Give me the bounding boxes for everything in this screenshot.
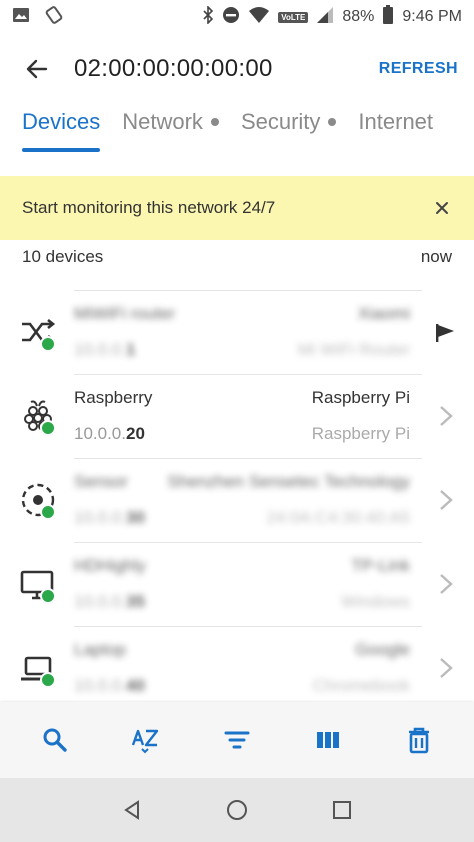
signal-icon: [316, 6, 334, 29]
row-divider: [74, 626, 422, 627]
flag-icon: [436, 324, 454, 342]
online-status-dot: [40, 588, 56, 604]
tab-bar: Devices Network Security Internet: [0, 104, 474, 158]
device-type: 24:0A:C4:30:40:A5: [266, 508, 410, 527]
tab-badge-dot: [210, 118, 219, 126]
device-vendor: Xiaomi: [358, 304, 410, 323]
tab-label: Network: [122, 109, 203, 134]
tab-network[interactable]: Network: [122, 104, 219, 140]
row-divider: [74, 542, 422, 543]
device-ip: 10.0.0.20: [74, 424, 145, 443]
row-divider: [74, 290, 422, 291]
rotate-icon: [44, 5, 64, 30]
row-divider: [74, 374, 422, 375]
chevron-right-icon: [440, 574, 453, 594]
tab-badge-dot: [328, 118, 337, 126]
device-vendor: Raspberry Pi: [311, 388, 410, 407]
sort-button[interactable]: [124, 718, 168, 762]
device-row-router[interactable]: MiWiFi router 10.0.0.1 Xiaomi Mi WiFi Ro…: [0, 290, 474, 374]
filter-icon: [224, 731, 250, 749]
battery-percent: 88%: [342, 8, 375, 25]
chevron-right-icon: [440, 490, 453, 510]
banner-close-button[interactable]: [430, 196, 454, 220]
device-name: MiWiFi router: [74, 304, 176, 323]
filter-button[interactable]: [215, 718, 259, 762]
nav-back-button[interactable]: [112, 790, 152, 830]
app-header: 02:00:00:00:00:00 REFRESH: [0, 34, 474, 104]
system-nav-bar: [0, 778, 474, 842]
nav-recents-button[interactable]: [322, 790, 362, 830]
device-ip: 10.0.0.1: [74, 340, 136, 359]
wifi-icon: [248, 6, 270, 29]
device-count: 10 devices: [22, 247, 104, 266]
online-status-dot: [40, 420, 56, 436]
square-recents-icon: [332, 801, 351, 819]
chevron-right-icon: [440, 406, 453, 426]
bottom-toolbar: [0, 702, 474, 778]
device-row-raspberry[interactable]: Raspberry 10.0.0.20 Raspberry Pi Raspber…: [0, 374, 474, 458]
device-ip: 10.0.0.30: [74, 508, 145, 527]
search-icon: [43, 728, 68, 752]
arrow-left-icon: [26, 59, 48, 79]
device-type: Raspberry Pi: [311, 424, 410, 443]
device-ip: 10.0.0.40: [74, 676, 145, 695]
device-row-laptop[interactable]: Laptop 10.0.0.40 Google Chromebook: [0, 626, 474, 710]
page-title: 02:00:00:00:00:00: [74, 55, 273, 82]
status-bar: VoLTE 88% 9:46 PM: [0, 0, 474, 34]
devices-summary: 10 devices now: [22, 244, 452, 270]
close-icon: [436, 202, 448, 214]
trash-icon: [408, 727, 429, 754]
last-scan-time: now: [420, 247, 452, 266]
triangle-back-icon: [124, 800, 140, 820]
columns-icon: [316, 732, 339, 748]
device-vendor: Google: [355, 640, 410, 659]
tab-security[interactable]: Security: [240, 104, 337, 140]
chevron-right-icon: [440, 658, 453, 678]
bluetooth-icon: [202, 4, 214, 29]
sort-az-icon: [132, 729, 159, 754]
row-divider: [74, 458, 422, 459]
columns-button[interactable]: [306, 718, 350, 762]
online-status-dot: [40, 672, 56, 688]
battery-icon: [382, 4, 394, 30]
back-button[interactable]: [0, 34, 74, 104]
device-name: Sensor: [74, 472, 128, 491]
tab-label: Security: [240, 109, 321, 134]
device-vendor: TP-Link: [351, 556, 410, 575]
device-row-sensor[interactable]: Sensor 10.0.0.30 Shenzhen Sensetec Techn…: [0, 458, 474, 542]
tab-label: Internet: [358, 109, 434, 134]
active-tab-indicator: [22, 148, 101, 152]
tab-devices[interactable]: Devices: [22, 104, 101, 152]
device-list: MiWiFi router 10.0.0.1 Xiaomi Mi WiFi Ro…: [0, 290, 474, 710]
device-name: Raspberry: [74, 388, 153, 407]
online-status-dot: [40, 336, 56, 352]
banner-text: Start monitoring this network 24/7: [22, 198, 276, 217]
device-name: HDHighly: [74, 556, 146, 575]
dnd-icon: [222, 6, 240, 29]
device-type: Mi WiFi Router: [297, 340, 410, 359]
monitoring-banner[interactable]: Start monitoring this network 24/7: [0, 176, 474, 240]
device-ip: 10.0.0.35: [74, 592, 145, 611]
nav-home-button[interactable]: [217, 790, 257, 830]
device-vendor: Shenzhen Sensetec Technology: [167, 472, 410, 491]
device-row-desktop[interactable]: HDHighly 10.0.0.35 TP-Link Windows: [0, 542, 474, 626]
device-type: Windows: [341, 592, 410, 611]
device-name: Laptop: [74, 640, 126, 659]
tab-internet[interactable]: Internet: [358, 104, 433, 140]
online-status-dot: [40, 504, 56, 520]
tab-label: Devices: [22, 109, 101, 134]
refresh-button[interactable]: REFRESH: [379, 60, 458, 78]
image-icon: [12, 6, 30, 29]
volte-badge: VoLTE: [278, 11, 309, 23]
device-type: Chromebook: [312, 676, 410, 695]
circle-home-icon: [226, 800, 247, 820]
delete-button[interactable]: [397, 718, 441, 762]
search-button[interactable]: [33, 718, 77, 762]
clock: 9:46 PM: [402, 8, 462, 25]
